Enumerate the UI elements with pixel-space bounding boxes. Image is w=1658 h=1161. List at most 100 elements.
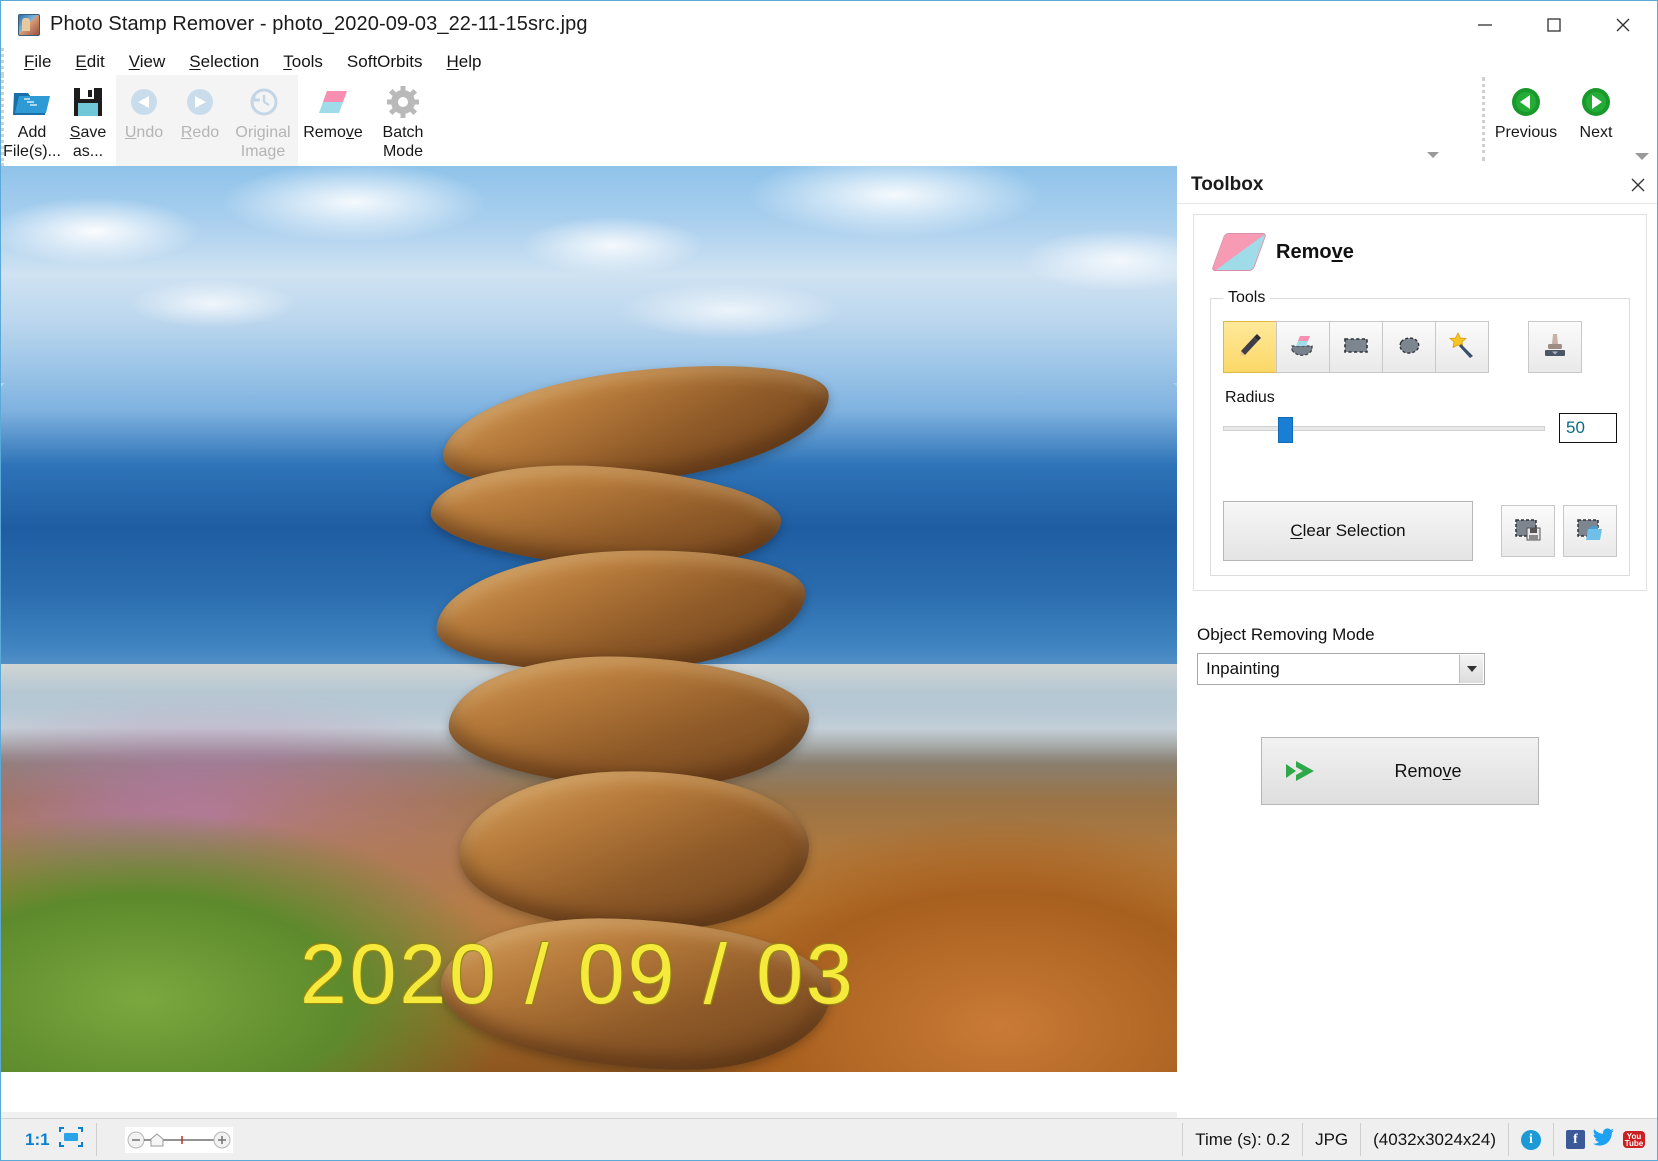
toolbar-separator xyxy=(1482,77,1485,161)
menu-bar: FFileile Edit View Selection Tools SoftO… xyxy=(1,48,1657,75)
tools-row xyxy=(1223,321,1617,373)
load-selection-icon xyxy=(1576,515,1604,548)
pencil-icon xyxy=(1235,330,1265,365)
gear-icon xyxy=(385,81,421,123)
toolbox-card: Remove Tools xyxy=(1193,214,1647,591)
toolbar-overflow-caret[interactable] xyxy=(1427,152,1439,158)
radius-value-input[interactable]: 50 xyxy=(1559,413,1617,443)
window-title: Photo Stamp Remover - photo_2020-09-03_2… xyxy=(50,13,588,36)
minimize-button[interactable] xyxy=(1450,1,1519,48)
toolbox-panel: Toolbox Remove Tools xyxy=(1177,166,1658,1072)
previous-button[interactable]: Previous xyxy=(1491,75,1561,163)
toolbox-mode-header: Remove xyxy=(1218,233,1632,271)
menu-view[interactable]: View xyxy=(117,50,178,74)
magic-wand-icon xyxy=(1447,330,1477,365)
eraser-tool-button[interactable] xyxy=(1276,321,1330,373)
open-folder-icon xyxy=(12,81,52,123)
save-as-button[interactable]: Saveas... xyxy=(60,75,116,163)
facebook-icon[interactable]: f xyxy=(1566,1130,1585,1149)
date-stamp-overlay: 2020 / 09 / 03 xyxy=(300,926,856,1023)
radius-slider-thumb[interactable] xyxy=(1278,417,1293,443)
selection-actions-row: Clear Selection xyxy=(1223,501,1617,561)
load-selection-button[interactable] xyxy=(1563,505,1617,557)
file-format-cell: JPG xyxy=(1303,1119,1360,1160)
toolbox-header: Toolbox xyxy=(1177,166,1658,204)
main-toolbar: Add File(s)... Saveas... xyxy=(1,75,1657,166)
lasso-tool-button[interactable] xyxy=(1382,321,1436,373)
original-image-button[interactable]: Original Image xyxy=(228,75,298,163)
remove-toolbar-label: Remove xyxy=(303,123,363,142)
zoom-ratio-label[interactable]: 1:1 xyxy=(13,1130,50,1150)
lasso-icon xyxy=(1394,330,1424,365)
clock-history-icon xyxy=(245,81,281,123)
object-removing-mode-value: Inpainting xyxy=(1198,659,1280,679)
photo-image: 2020 / 09 / 03 xyxy=(1,166,1177,1072)
batch-mode-label: Batch Mode xyxy=(383,123,424,161)
redo-button[interactable]: Redo xyxy=(172,75,228,163)
zoom-slider[interactable] xyxy=(125,1127,233,1153)
menu-file[interactable]: FFileile xyxy=(12,50,63,74)
navigation-group: Previous Next xyxy=(1478,75,1657,166)
add-files-button[interactable]: Add File(s)... xyxy=(4,75,60,163)
green-right-arrow-icon xyxy=(1580,81,1612,123)
save-selection-icon xyxy=(1514,515,1542,548)
info-icon: i xyxy=(1521,1130,1541,1150)
youtube-icon[interactable]: YouTube xyxy=(1623,1131,1645,1148)
toolbox-title: Toolbox xyxy=(1191,174,1263,196)
twitter-icon[interactable] xyxy=(1593,1128,1615,1151)
title-bar: Photo Stamp Remover - photo_2020-09-03_2… xyxy=(1,1,1657,48)
next-label: Next xyxy=(1580,123,1613,142)
green-left-arrow-icon xyxy=(1510,81,1542,123)
zoom-ratio-cell[interactable]: 1:1 xyxy=(1,1119,96,1160)
clone-stamp-tool-button[interactable] xyxy=(1528,321,1582,373)
next-button[interactable]: Next xyxy=(1561,75,1631,163)
toolbox-mode-name: Remove xyxy=(1276,241,1354,264)
toolbox-close-icon[interactable] xyxy=(1623,170,1653,200)
eraser-stamp-icon xyxy=(1288,330,1318,365)
save-as-label: Saveas... xyxy=(70,123,106,161)
menu-edit[interactable]: Edit xyxy=(63,50,116,74)
fit-to-screen-icon[interactable] xyxy=(58,1126,84,1153)
redo-arrow-icon xyxy=(182,81,218,123)
status-right-group: Time (s): 0.2 JPG (4032x3024x24) i f You… xyxy=(1182,1119,1657,1160)
tools-legend: Tools xyxy=(1223,289,1270,307)
remove-toolbar-button[interactable]: Remove xyxy=(298,75,368,163)
radius-label: Radius xyxy=(1225,389,1617,407)
navigation-overflow-caret[interactable] xyxy=(1635,153,1649,160)
pencil-tool-button[interactable] xyxy=(1223,321,1277,373)
menu-softorbits[interactable]: SoftOrbits xyxy=(335,50,435,74)
menu-tools[interactable]: Tools xyxy=(271,50,335,74)
batch-mode-button[interactable]: Batch Mode xyxy=(368,75,438,163)
eraser-icon xyxy=(313,81,353,123)
chevron-down-icon[interactable] xyxy=(1459,655,1483,683)
info-button[interactable]: i xyxy=(1509,1119,1553,1160)
remove-action-button[interactable]: Remove xyxy=(1261,737,1539,805)
clear-selection-button[interactable]: Clear Selection xyxy=(1223,501,1473,561)
radius-slider[interactable] xyxy=(1223,417,1545,439)
maximize-button[interactable] xyxy=(1519,1,1588,48)
menu-help[interactable]: Help xyxy=(435,50,494,74)
rock-5 xyxy=(456,765,811,937)
save-selection-button[interactable] xyxy=(1501,505,1555,557)
redo-label: Redo xyxy=(181,123,219,142)
close-button[interactable] xyxy=(1588,1,1657,48)
previous-label: Previous xyxy=(1495,123,1557,142)
status-bar: 1:1 xyxy=(1,1118,1657,1160)
processing-time-cell: Time (s): 0.2 xyxy=(1183,1119,1302,1160)
image-canvas[interactable]: 2020 / 09 / 03 xyxy=(1,166,1177,1072)
original-image-label: Original Image xyxy=(235,123,290,161)
magic-wand-tool-button[interactable] xyxy=(1435,321,1489,373)
history-group: Undo Redo xyxy=(116,75,298,166)
object-removing-mode-select[interactable]: Inpainting xyxy=(1197,653,1485,685)
zoom-slider-cell xyxy=(97,1119,245,1160)
application-window: Photo Stamp Remover - photo_2020-09-03_2… xyxy=(0,0,1658,1161)
undo-label: Undo xyxy=(125,123,163,142)
app-photo-icon xyxy=(18,14,40,36)
undo-arrow-icon xyxy=(126,81,162,123)
radius-row: 50 xyxy=(1223,413,1617,443)
undo-button[interactable]: Undo xyxy=(116,75,172,163)
window-controls xyxy=(1450,1,1657,48)
add-files-label: Add File(s)... xyxy=(3,123,61,161)
rectangle-select-tool-button[interactable] xyxy=(1329,321,1383,373)
menu-selection[interactable]: Selection xyxy=(177,50,271,74)
